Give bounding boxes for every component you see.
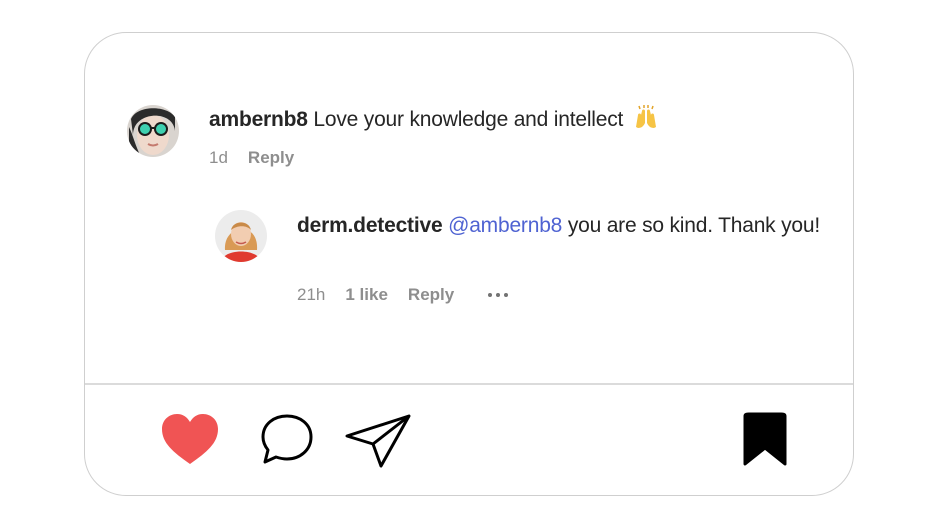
comment-meta: 1d Reply (209, 148, 294, 168)
likes-count[interactable]: 1 like (345, 285, 388, 305)
reply-button[interactable]: Reply (248, 148, 294, 168)
divider (85, 383, 853, 385)
paper-plane-icon[interactable] (343, 412, 413, 473)
reply-time: 21h (297, 285, 326, 304)
comment-username[interactable]: ambernb8 (209, 108, 308, 131)
raised-hands-emoji-icon (633, 105, 659, 138)
reply-username[interactable]: derm.detective (297, 214, 443, 237)
avatar[interactable] (215, 210, 267, 262)
reply-text: derm.detective @ambernb8 you are so kind… (297, 211, 827, 241)
comment-body: Love your knowledge and intellect (313, 108, 624, 131)
comment-text: ambernb8 Love your knowledge and intelle… (209, 105, 809, 138)
avatar[interactable] (127, 105, 179, 157)
comment-time: 1d (209, 148, 228, 167)
reply-button[interactable]: Reply (408, 285, 454, 305)
reply-body: you are so kind. Thank you! (567, 214, 821, 237)
comments-card: ambernb8 Love your knowledge and intelle… (84, 32, 854, 496)
mention-link[interactable]: @ambernb8 (448, 214, 562, 237)
heart-icon[interactable] (159, 412, 221, 473)
more-options-icon[interactable] (488, 293, 509, 297)
comment-bubble-icon[interactable] (259, 412, 315, 473)
reply-meta: 21h 1 like Reply (297, 285, 509, 305)
bookmark-icon[interactable] (739, 412, 791, 473)
